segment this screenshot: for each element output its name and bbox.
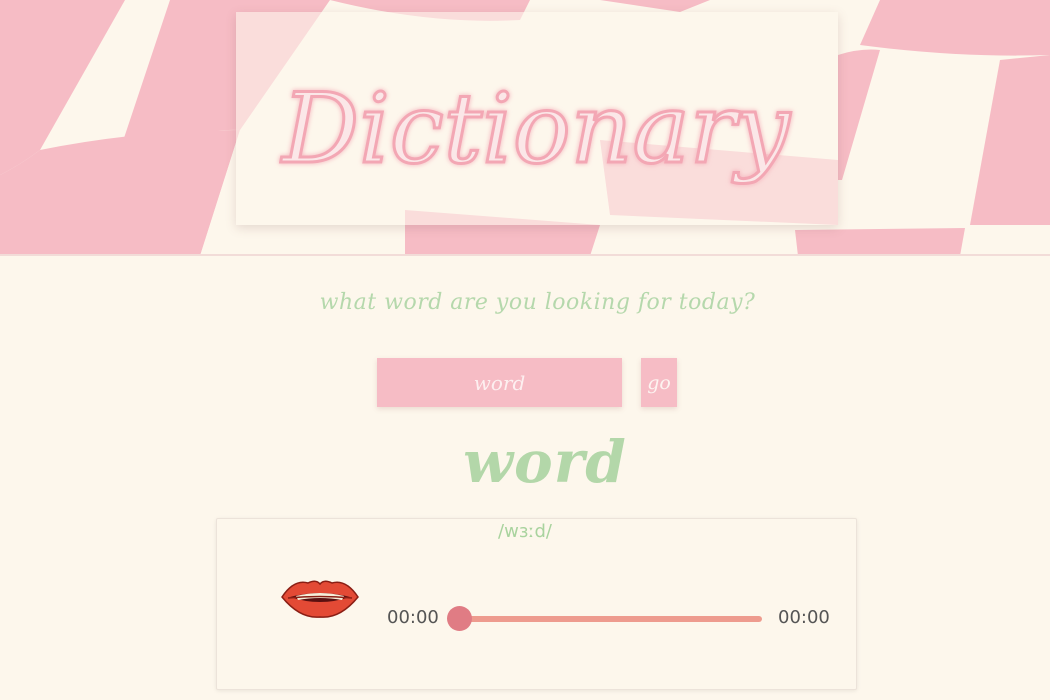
pronunciation-card: /wɜːd/ 00:00 00:00: [216, 518, 857, 690]
result-word: word: [463, 428, 627, 496]
total-time: 00:00: [778, 607, 830, 628]
search-input[interactable]: [377, 358, 622, 407]
current-time: 00:00: [387, 607, 439, 628]
go-button[interactable]: go: [641, 358, 677, 407]
audio-progress-thumb[interactable]: [447, 606, 472, 631]
phonetic-text: /wɜːd/: [498, 521, 552, 542]
svg-text:Dictionary: Dictionary: [280, 73, 791, 185]
title-card: Dictionary: [236, 12, 838, 225]
lips-icon[interactable]: [280, 575, 360, 619]
search-prompt: what word are you looking for today?: [319, 290, 756, 315]
header-banner: Dictionary: [0, 0, 1050, 256]
audio-progress-track[interactable]: [457, 616, 762, 622]
app-title: Dictionary: [279, 72, 793, 187]
